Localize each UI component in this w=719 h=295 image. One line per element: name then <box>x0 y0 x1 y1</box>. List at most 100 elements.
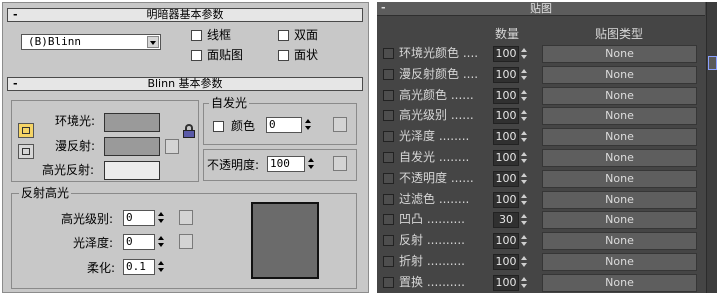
map-amount-spinner-icon[interactable] <box>520 109 528 123</box>
map-channel-name: 置换 .......... <box>399 274 465 289</box>
map-row: 置换 .......... 100 None <box>377 273 705 293</box>
map-amount-spinner-icon[interactable] <box>520 151 528 165</box>
two-sided-checkbox[interactable] <box>278 30 289 41</box>
map-amount-spinner-icon[interactable] <box>520 172 528 186</box>
map-amount-field[interactable]: 100 <box>493 108 519 125</box>
map-amount-spinner-icon[interactable] <box>520 255 528 269</box>
opacity-spinner-icon[interactable] <box>306 156 316 172</box>
soften-field[interactable]: 0.1 <box>123 259 155 275</box>
scroll-tab-icon[interactable] <box>708 56 717 70</box>
map-slot-button[interactable]: None <box>542 211 697 230</box>
lock-icon[interactable] <box>183 124 195 138</box>
diffuse-map-button[interactable] <box>165 139 179 154</box>
map-channel-name: 自发光 ........ <box>399 150 470 164</box>
map-amount-spinner-icon[interactable] <box>520 47 528 61</box>
map-enable-checkbox[interactable] <box>383 256 394 267</box>
dropdown-arrow-icon[interactable] <box>147 36 159 48</box>
map-channel-name: 高光级别 ...... <box>399 108 474 123</box>
map-amount-spinner-icon[interactable] <box>520 130 528 144</box>
amount-column-header: 数量 <box>495 27 520 41</box>
maps-panel-scrollbar[interactable] <box>706 2 717 293</box>
map-enable-checkbox[interactable] <box>383 172 394 184</box>
map-slot-button[interactable]: None <box>542 65 697 84</box>
map-amount-spinner-icon[interactable] <box>520 234 528 248</box>
shader-rollout-header[interactable]: - 明暗器基本参数 <box>7 8 363 22</box>
map-amount-field[interactable]: 100 <box>493 254 519 270</box>
map-slot-button[interactable]: None <box>542 45 697 63</box>
specular-color-swatch[interactable] <box>104 161 160 180</box>
map-slot-button[interactable]: None <box>542 232 697 251</box>
map-row: 折射 .......... 100 None <box>377 252 705 272</box>
opacity-map-button[interactable] <box>333 156 347 171</box>
maps-rollout-header[interactable]: - 贴图 <box>377 2 705 16</box>
specular-highlights-title: 反射高光 <box>19 186 72 200</box>
link-icon <box>22 127 30 134</box>
map-amount-field[interactable]: 100 <box>493 87 519 104</box>
opacity-value-field[interactable]: 100 <box>267 156 305 172</box>
map-slot-button[interactable]: None <box>542 86 697 105</box>
map-slot-button[interactable]: None <box>542 273 697 292</box>
map-amount-field[interactable]: 100 <box>493 170 519 187</box>
map-slot-button[interactable]: None <box>542 169 697 188</box>
wire-checkbox[interactable] <box>191 30 202 41</box>
map-row: 光泽度 ........ 100 None <box>377 127 705 147</box>
map-amount-field[interactable]: 30 <box>493 212 519 229</box>
blinn-rollout-header[interactable]: - Blinn 基本参数 <box>7 77 363 91</box>
map-amount-field[interactable]: 100 <box>493 150 519 166</box>
maps-panel: - 贴图 数量 贴图类型 环境光颜色 .... 100 None 漫反射颜色 ....… <box>377 2 717 293</box>
diffuse-color-swatch[interactable] <box>104 137 160 156</box>
map-enable-checkbox[interactable] <box>383 48 394 59</box>
map-amount-field[interactable]: 100 <box>493 191 519 208</box>
map-slot-button[interactable]: None <box>542 107 697 126</box>
map-slot-button[interactable]: None <box>542 149 697 167</box>
ambient-color-swatch[interactable] <box>104 113 160 132</box>
map-row: 高光颜色 ...... 100 None <box>377 86 705 106</box>
face-map-label: 面贴图 <box>207 48 244 62</box>
map-amount-spinner-icon[interactable] <box>520 213 528 227</box>
material-editor-panel: - 明暗器基本参数 (B)Blinn 线框 双面 面贴图 面状 - Blinn … <box>2 2 369 293</box>
map-row: 高光级别 ...... 100 None <box>377 106 705 126</box>
self-illum-spinner-icon[interactable] <box>303 117 313 133</box>
glossiness-spinner-icon[interactable] <box>156 234 166 250</box>
specular-level-field[interactable]: 0 <box>123 210 155 226</box>
map-amount-spinner-icon[interactable] <box>520 68 528 82</box>
lock-ambient-diffuse-button[interactable] <box>18 123 34 138</box>
map-enable-checkbox[interactable] <box>383 89 394 101</box>
map-amount-spinner-icon[interactable] <box>520 276 528 290</box>
map-enable-checkbox[interactable] <box>383 131 394 143</box>
glossiness-field[interactable]: 0 <box>123 234 155 250</box>
map-channel-name: 过滤色 ........ <box>399 191 470 206</box>
shader-type-dropdown[interactable]: (B)Blinn <box>21 34 161 50</box>
map-enable-checkbox[interactable] <box>383 152 394 163</box>
map-row: 凹凸 .......... 30 None <box>377 210 705 230</box>
self-illum-value-field[interactable]: 0 <box>266 117 302 133</box>
map-enable-checkbox[interactable] <box>383 235 394 247</box>
map-amount-spinner-icon[interactable] <box>520 89 528 103</box>
specular-level-label: 高光级别: <box>61 212 114 226</box>
self-illum-color-checkbox[interactable] <box>213 121 224 132</box>
map-amount-spinner-icon[interactable] <box>520 193 528 207</box>
map-slot-button[interactable]: None <box>542 190 697 209</box>
map-slot-button[interactable]: None <box>542 128 697 147</box>
map-amount-field[interactable]: 100 <box>493 274 519 291</box>
lock-diffuse-specular-button[interactable] <box>18 144 34 159</box>
map-enable-checkbox[interactable] <box>383 214 394 226</box>
specular-level-spinner-icon[interactable] <box>156 210 166 226</box>
soften-spinner-icon[interactable] <box>156 259 166 275</box>
map-enable-checkbox[interactable] <box>383 68 394 80</box>
map-row: 反射 .......... 100 None <box>377 231 705 251</box>
map-amount-field[interactable]: 100 <box>493 129 519 146</box>
self-illum-map-button[interactable] <box>333 117 347 132</box>
map-amount-field[interactable]: 100 <box>493 46 519 62</box>
face-map-checkbox[interactable] <box>191 50 202 61</box>
map-amount-field[interactable]: 100 <box>493 66 519 83</box>
specular-level-map-button[interactable] <box>179 210 193 225</box>
glossiness-map-button[interactable] <box>179 234 193 249</box>
map-amount-field[interactable]: 100 <box>493 233 519 250</box>
map-slot-button[interactable]: None <box>542 253 697 271</box>
map-enable-checkbox[interactable] <box>383 110 394 122</box>
map-channel-name: 不透明度 ...... <box>399 170 474 185</box>
faceted-checkbox[interactable] <box>278 50 289 61</box>
map-enable-checkbox[interactable] <box>383 276 394 288</box>
map-enable-checkbox[interactable] <box>383 193 394 205</box>
